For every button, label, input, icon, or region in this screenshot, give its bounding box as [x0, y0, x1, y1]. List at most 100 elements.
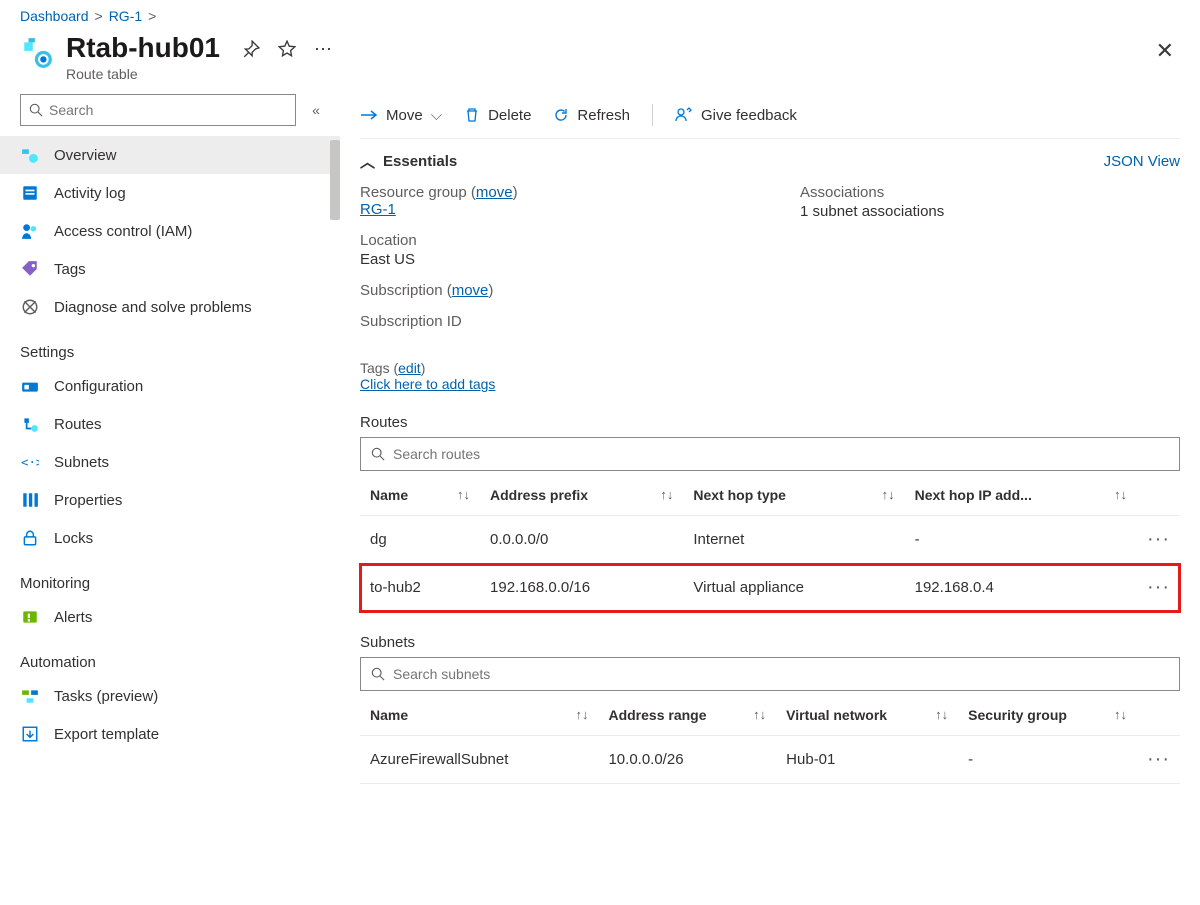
row-more-icon[interactable]: ··· — [1137, 736, 1180, 784]
routes-search[interactable] — [360, 437, 1180, 471]
breadcrumb-dashboard[interactable]: Dashboard — [20, 8, 89, 24]
sidebar-item-tasks[interactable]: Tasks (preview) — [0, 677, 340, 715]
sidebar-item-label: Routes — [54, 416, 102, 433]
breadcrumb-separator: > — [148, 8, 156, 24]
search-icon — [371, 667, 385, 681]
routes-search-input[interactable] — [393, 446, 1169, 462]
sort-icon: ↑↓ — [1114, 707, 1127, 722]
subnets-section: Subnets Name↑↓ Address range↑↓ Virtual n… — [360, 634, 1180, 784]
feedback-label: Give feedback — [701, 107, 797, 124]
subnets-search-input[interactable] — [393, 666, 1169, 682]
move-label: Move — [386, 107, 423, 124]
breadcrumb: Dashboard > RG-1 > — [0, 0, 1200, 28]
subnets-title: Subnets — [360, 634, 1180, 651]
sidebar-item-activity-log[interactable]: Activity log — [0, 174, 340, 212]
sidebar-search[interactable] — [20, 94, 296, 126]
cell-prefix: 0.0.0.0/0 — [480, 516, 683, 564]
col-name[interactable]: Name↑↓ — [360, 695, 598, 736]
sidebar-item-diagnose[interactable]: Diagnose and solve problems — [0, 288, 340, 326]
route-table-icon — [20, 36, 54, 70]
sort-icon: ↑↓ — [753, 707, 766, 722]
essentials-toggle[interactable]: ︿ Essentials — [360, 151, 457, 172]
tasks-icon — [20, 686, 40, 706]
rg-value-link[interactable]: RG-1 — [360, 201, 396, 218]
cell-vnet: Hub-01 — [776, 736, 958, 784]
cell-name: AzureFirewallSubnet — [360, 736, 598, 784]
page-title: Rtab-hub01 — [66, 32, 220, 64]
sidebar-item-export-template[interactable]: Export template — [0, 715, 340, 753]
feedback-button[interactable]: Give feedback — [675, 107, 797, 124]
subnets-icon: <·> — [20, 452, 40, 472]
cell-next-ip: - — [905, 516, 1137, 564]
add-tags-link[interactable]: Click here to add tags — [360, 376, 495, 392]
subid-label: Subscription ID — [360, 313, 740, 330]
sidebar-item-configuration[interactable]: Configuration — [0, 367, 340, 405]
cell-prefix: 192.168.0.0/16 — [480, 564, 683, 612]
sidebar-item-properties[interactable]: Properties — [0, 481, 340, 519]
export-template-icon — [20, 724, 40, 744]
main-content: Move ⌵ Delete Refresh Give feedback ︿ Es… — [340, 94, 1200, 804]
search-icon — [29, 103, 43, 117]
col-next-ip[interactable]: Next hop IP add...↑↓ — [905, 475, 1137, 516]
sidebar-item-locks[interactable]: Locks — [0, 519, 340, 557]
rg-label: Resource group ( — [360, 184, 476, 201]
tags-edit-link[interactable]: edit — [398, 360, 421, 376]
row-more-icon[interactable]: ··· — [1137, 564, 1180, 612]
sort-icon: ↑↓ — [882, 487, 895, 502]
sidebar: « Overview Activity log Access control (… — [0, 94, 340, 804]
delete-button[interactable]: Delete — [464, 107, 531, 124]
col-prefix[interactable]: Address prefix↑↓ — [480, 475, 683, 516]
routes-table: Name↑↓ Address prefix↑↓ Next hop type↑↓ … — [360, 475, 1180, 612]
sidebar-section-automation: Automation — [0, 636, 340, 677]
cell-name: dg — [360, 516, 480, 564]
cell-next-type: Internet — [683, 516, 904, 564]
page-subtitle: Route table — [66, 66, 220, 82]
sidebar-item-alerts[interactable]: Alerts — [0, 598, 340, 636]
col-vnet[interactable]: Virtual network↑↓ — [776, 695, 958, 736]
more-icon[interactable]: ⋯ — [312, 38, 334, 60]
table-row[interactable]: AzureFirewallSubnet10.0.0.0/26Hub-01-··· — [360, 736, 1180, 784]
sort-icon: ↑↓ — [1114, 487, 1127, 502]
sidebar-search-input[interactable] — [49, 102, 287, 118]
col-range[interactable]: Address range↑↓ — [598, 695, 776, 736]
sidebar-item-iam[interactable]: Access control (IAM) — [0, 212, 340, 250]
sidebar-item-overview[interactable]: Overview — [0, 136, 340, 174]
chevron-up-icon: ︿ — [360, 151, 375, 172]
delete-label: Delete — [488, 107, 531, 124]
collapse-sidebar-icon[interactable]: « — [306, 102, 326, 118]
move-button[interactable]: Move ⌵ — [360, 107, 442, 124]
svg-text:<·>: <·> — [21, 456, 39, 470]
subnets-search[interactable] — [360, 657, 1180, 691]
col-next-type[interactable]: Next hop type↑↓ — [683, 475, 904, 516]
refresh-button[interactable]: Refresh — [553, 107, 630, 124]
table-row[interactable]: to-hub2192.168.0.0/16Virtual appliance19… — [360, 564, 1180, 612]
sub-move-link[interactable]: move — [452, 282, 489, 299]
field-subscription-id: Subscription ID — [360, 313, 740, 330]
cell-sg: - — [958, 736, 1137, 784]
sidebar-item-subnets[interactable]: <·> Subnets — [0, 443, 340, 481]
sidebar-item-tags[interactable]: Tags — [0, 250, 340, 288]
json-view-button[interactable]: JSON View — [1104, 153, 1180, 170]
diagnose-icon — [20, 297, 40, 317]
search-icon — [371, 447, 385, 461]
sidebar-section-monitoring: Monitoring — [0, 557, 340, 598]
command-bar: Move ⌵ Delete Refresh Give feedback — [360, 94, 1180, 139]
rg-move-link[interactable]: move — [476, 184, 513, 201]
alerts-icon — [20, 607, 40, 627]
sidebar-scrollbar[interactable] — [330, 140, 340, 220]
close-icon[interactable]: ✕ — [1150, 38, 1180, 64]
col-sg[interactable]: Security group↑↓ — [958, 695, 1137, 736]
breadcrumb-rg[interactable]: RG-1 — [109, 8, 142, 24]
table-row[interactable]: dg0.0.0.0/0Internet-··· — [360, 516, 1180, 564]
sort-icon: ↑↓ — [660, 487, 673, 502]
favorite-star-icon[interactable] — [276, 38, 298, 60]
sidebar-item-label: Subnets — [54, 454, 109, 471]
routes-section: Routes Name↑↓ Address prefix↑↓ Next hop … — [360, 414, 1180, 612]
iam-icon — [20, 221, 40, 241]
sidebar-item-routes[interactable]: Routes — [0, 405, 340, 443]
sort-icon: ↑↓ — [457, 487, 470, 502]
tags-label: Tags ( — [360, 360, 398, 376]
pin-icon[interactable] — [240, 38, 262, 60]
row-more-icon[interactable]: ··· — [1137, 516, 1180, 564]
col-name[interactable]: Name↑↓ — [360, 475, 480, 516]
